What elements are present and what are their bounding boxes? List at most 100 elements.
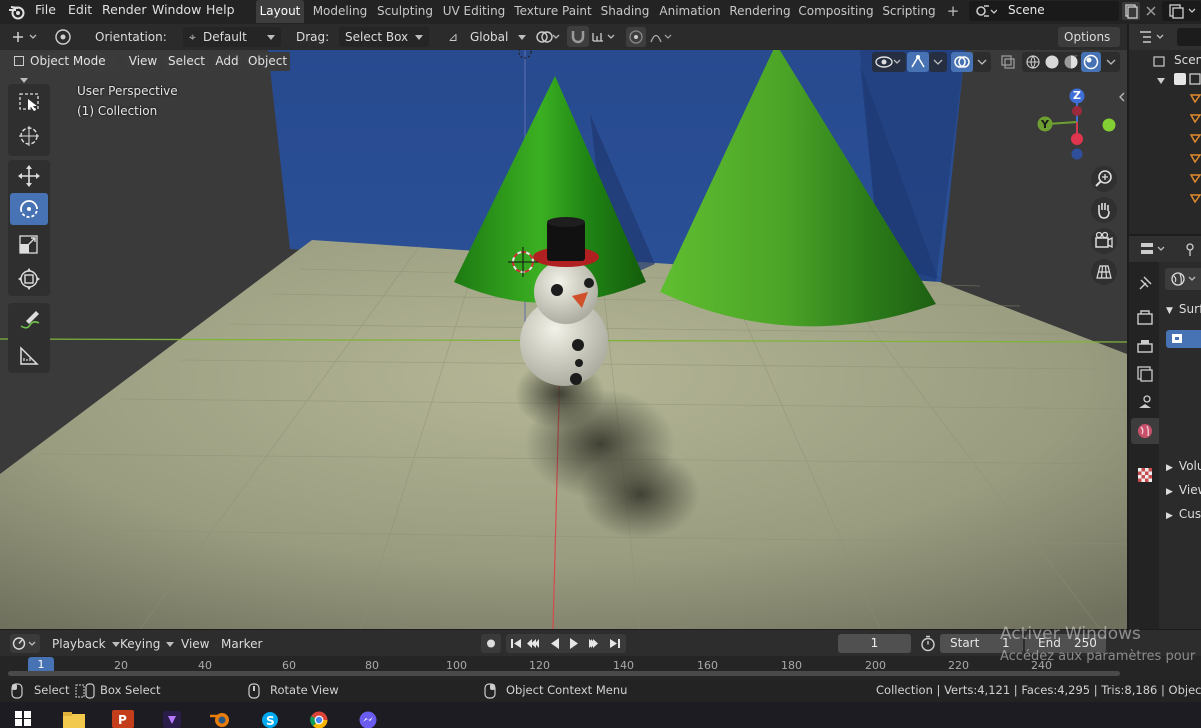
outliner-editor-type-icon[interactable] (1137, 28, 1171, 46)
texture-properties-icon[interactable] (1136, 466, 1154, 484)
sidebar-toggle-icon[interactable] (1117, 90, 1127, 104)
world-globe-icon (1138, 424, 1152, 438)
view-layer-selector[interactable] (1162, 1, 1201, 21)
world-properties-tab[interactable] (1131, 418, 1159, 444)
falloff-curve-icon[interactable] (648, 27, 676, 47)
menu-help[interactable]: Help (206, 0, 235, 22)
surface-shader-field[interactable] (1166, 330, 1201, 348)
tab-rendering[interactable]: Rendering (728, 0, 792, 23)
rotate-tool[interactable] (10, 193, 48, 225)
tab-layout[interactable]: Layout (256, 0, 304, 23)
volume-panel-header[interactable]: ▶ Volu (1166, 459, 1201, 473)
keying-menu[interactable]: Keying (120, 634, 175, 654)
move-tool[interactable] (10, 160, 48, 192)
pan-view-button[interactable] (1091, 197, 1117, 223)
xray-toggle-icon[interactable] (998, 52, 1018, 72)
view-menu[interactable]: View (126, 52, 160, 71)
output-properties-icon[interactable] (1136, 337, 1154, 355)
timeline-editor-type-icon[interactable] (10, 634, 40, 653)
tab-animation[interactable]: Animation (657, 0, 723, 23)
select-menu[interactable]: Select (164, 52, 209, 71)
transform-orientation-dropdown[interactable]: ⊿ Global (448, 27, 526, 47)
drag-label: Drag: (296, 30, 330, 44)
camera-view-button[interactable] (1091, 228, 1117, 254)
visibility-eye-icon[interactable] (872, 52, 906, 72)
drag-dropdown[interactable]: Select Box (339, 27, 429, 47)
new-scene-icon[interactable] (1122, 2, 1140, 20)
tool-properties-icon[interactable] (1136, 274, 1154, 292)
view-layer-properties-icon[interactable] (1136, 365, 1154, 383)
collection-checkbox[interactable] (1174, 73, 1186, 85)
tab-shading[interactable]: Shading (598, 0, 652, 23)
transform-tool[interactable] (10, 263, 48, 295)
outliner-filter-field[interactable] (1177, 28, 1201, 46)
app-launcher-icon[interactable] (160, 708, 184, 728)
tab-compositing[interactable]: Compositing (797, 0, 875, 23)
collection-icon (1189, 73, 1201, 85)
custom-properties-panel-header[interactable]: ▶ Cus (1166, 507, 1201, 521)
current-frame-field[interactable]: 1 (838, 634, 911, 653)
powerpoint-icon[interactable]: P (111, 708, 135, 728)
measure-tool[interactable] (10, 340, 48, 372)
stopwatch-icon[interactable] (919, 634, 937, 653)
world-selector[interactable] (1165, 268, 1201, 290)
add-menu[interactable]: Add (213, 52, 241, 71)
status-rotate-view-hint: Rotate View (270, 683, 339, 697)
transform-pivot-icon[interactable] (50, 27, 76, 47)
viewport-display-panel-header[interactable]: ▶ View (1166, 483, 1201, 497)
pivot-point-icon[interactable] (533, 27, 563, 47)
options-dropdown[interactable]: Options (1058, 27, 1120, 60)
pin-icon[interactable] (1181, 240, 1201, 258)
tab-texture-paint[interactable]: Texture Paint (513, 0, 593, 23)
object-menu[interactable]: Object (245, 52, 290, 71)
3d-viewport[interactable] (0, 24, 1127, 629)
windows-start-icon[interactable] (14, 709, 32, 727)
menu-render[interactable]: Render (102, 0, 147, 22)
snap-target-icon[interactable] (590, 27, 620, 47)
mode-dropdown[interactable]: Object Mode (10, 52, 118, 83)
gizmo-toggle-icon[interactable] (907, 52, 929, 72)
blender-taskbar-icon[interactable] (208, 708, 232, 728)
orientation-dropdown[interactable]: ⌖ Default (183, 27, 281, 47)
surface-panel-header[interactable]: ▼ Surf (1166, 302, 1201, 316)
ortho-toggle-button[interactable] (1091, 259, 1117, 285)
file-explorer-icon[interactable] (62, 708, 86, 728)
scene-properties-icon[interactable] (1136, 393, 1154, 411)
properties-editor-type-icon[interactable] (1138, 240, 1172, 258)
timeline-marker-menu[interactable]: Marker (221, 634, 262, 654)
proportional-editing-icon[interactable] (626, 27, 646, 47)
menu-window[interactable]: Window (152, 0, 201, 22)
menu-edit[interactable]: Edit (68, 0, 92, 22)
overlays-toggle-icon[interactable] (951, 52, 973, 72)
annotate-tool[interactable] (10, 305, 48, 337)
menu-file[interactable]: File (35, 0, 56, 22)
cursor-tool[interactable] (10, 120, 48, 152)
blender-logo-icon[interactable] (8, 4, 25, 20)
tab-modeling[interactable]: Modeling (310, 0, 370, 23)
scale-tool[interactable] (10, 229, 48, 261)
tab-uv-editing[interactable]: UV Editing (440, 0, 508, 23)
skype-icon[interactable]: S (258, 708, 282, 728)
delete-scene-icon[interactable] (1143, 2, 1159, 20)
outliner-object-icons (1189, 92, 1201, 208)
select-box-tool[interactable] (10, 86, 48, 118)
snap-magnet-icon[interactable] (567, 26, 589, 47)
gizmo-dropdown-icon[interactable] (929, 52, 947, 72)
timeline-view-menu[interactable]: View (181, 634, 209, 654)
zoom-view-button[interactable] (1091, 166, 1117, 192)
tab-sculpting[interactable]: Sculpting (375, 0, 435, 23)
tab-scripting[interactable]: Scripting (880, 0, 938, 23)
messenger-icon[interactable] (356, 708, 380, 728)
overlays-dropdown-icon[interactable] (973, 52, 991, 72)
playback-menu[interactable]: Playback (52, 634, 120, 654)
timeline-scrollbar[interactable] (8, 671, 1120, 676)
status-select-hint: Select (34, 683, 70, 697)
chrome-icon[interactable] (307, 708, 331, 728)
record-keyframes-button[interactable] (481, 634, 501, 653)
add-workspace-button[interactable]: + (944, 2, 962, 20)
select-tool-dropdown-icon[interactable] (10, 28, 40, 46)
collection-expand-icon[interactable] (1156, 75, 1166, 85)
transform-orientation-value: Global (470, 30, 509, 44)
gizmo-z-label: Z (1073, 89, 1081, 102)
render-properties-icon[interactable] (1136, 309, 1154, 327)
